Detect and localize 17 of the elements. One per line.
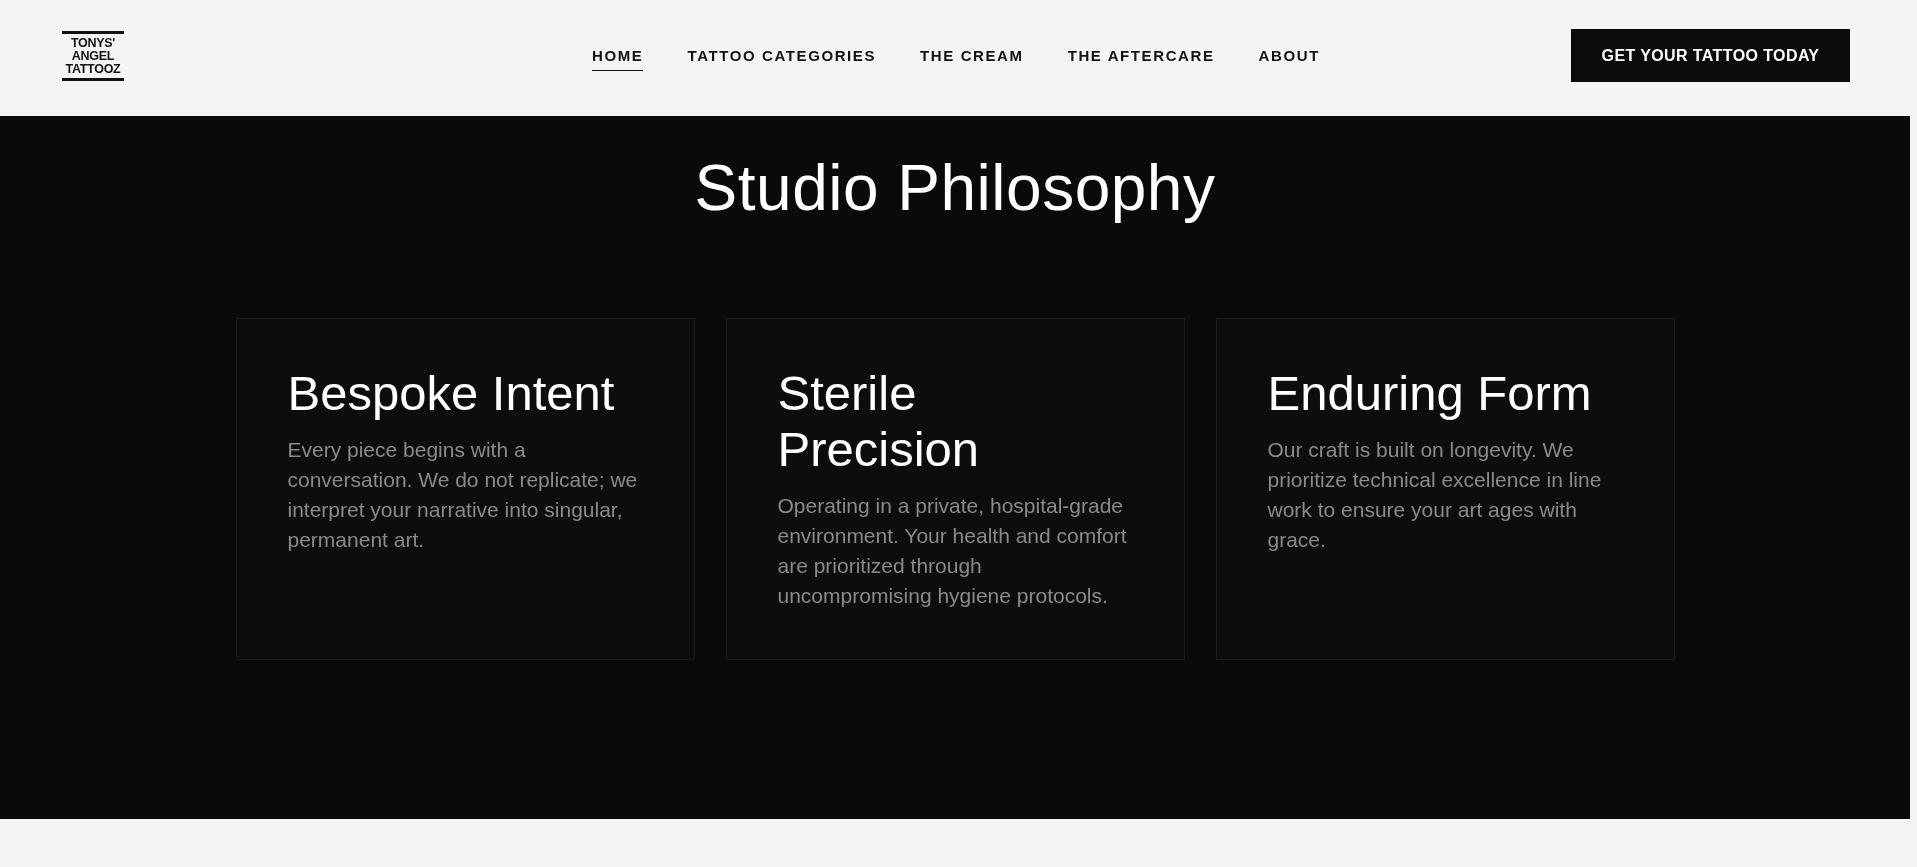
card-title: Bespoke Intent xyxy=(287,365,616,421)
section-title: Studio Philosophy xyxy=(694,151,1216,226)
card-title: Sterile Precision xyxy=(777,365,981,477)
logo[interactable]: TONYS' ANGEL TATTOOZ xyxy=(62,30,124,81)
card-title: Enduring Form xyxy=(1267,365,1593,421)
logo-text: TATTOOZ xyxy=(65,62,121,76)
logo-text: TONYS' xyxy=(71,36,115,50)
cta-button[interactable]: GET YOUR TATTOO TODAY xyxy=(1571,29,1850,82)
card-text: Our craft is built on longevity. We prioritize technical excellence in line work to ensure your art ages with grace. xyxy=(1267,437,1603,553)
logo-text: ANGEL xyxy=(71,49,115,63)
nav-link[interactable]: THE CREAM xyxy=(920,40,1024,71)
card-text: Every piece begins with a conversation. We do not replicate; we interpret your narrative into singular, permanent art. xyxy=(287,437,639,553)
card-text: Operating in a private, hospital-grade environment. Your health and comfort are prioritized through uncompromising hygiene protocols. xyxy=(777,493,1128,609)
nav-link[interactable]: THE AFTERCARE xyxy=(1067,40,1215,71)
nav-link[interactable]: HOME xyxy=(592,40,644,71)
nav-link[interactable]: ABOUT xyxy=(1258,40,1320,71)
nav-link[interactable]: TATTOO CATEGORIES xyxy=(687,40,877,71)
